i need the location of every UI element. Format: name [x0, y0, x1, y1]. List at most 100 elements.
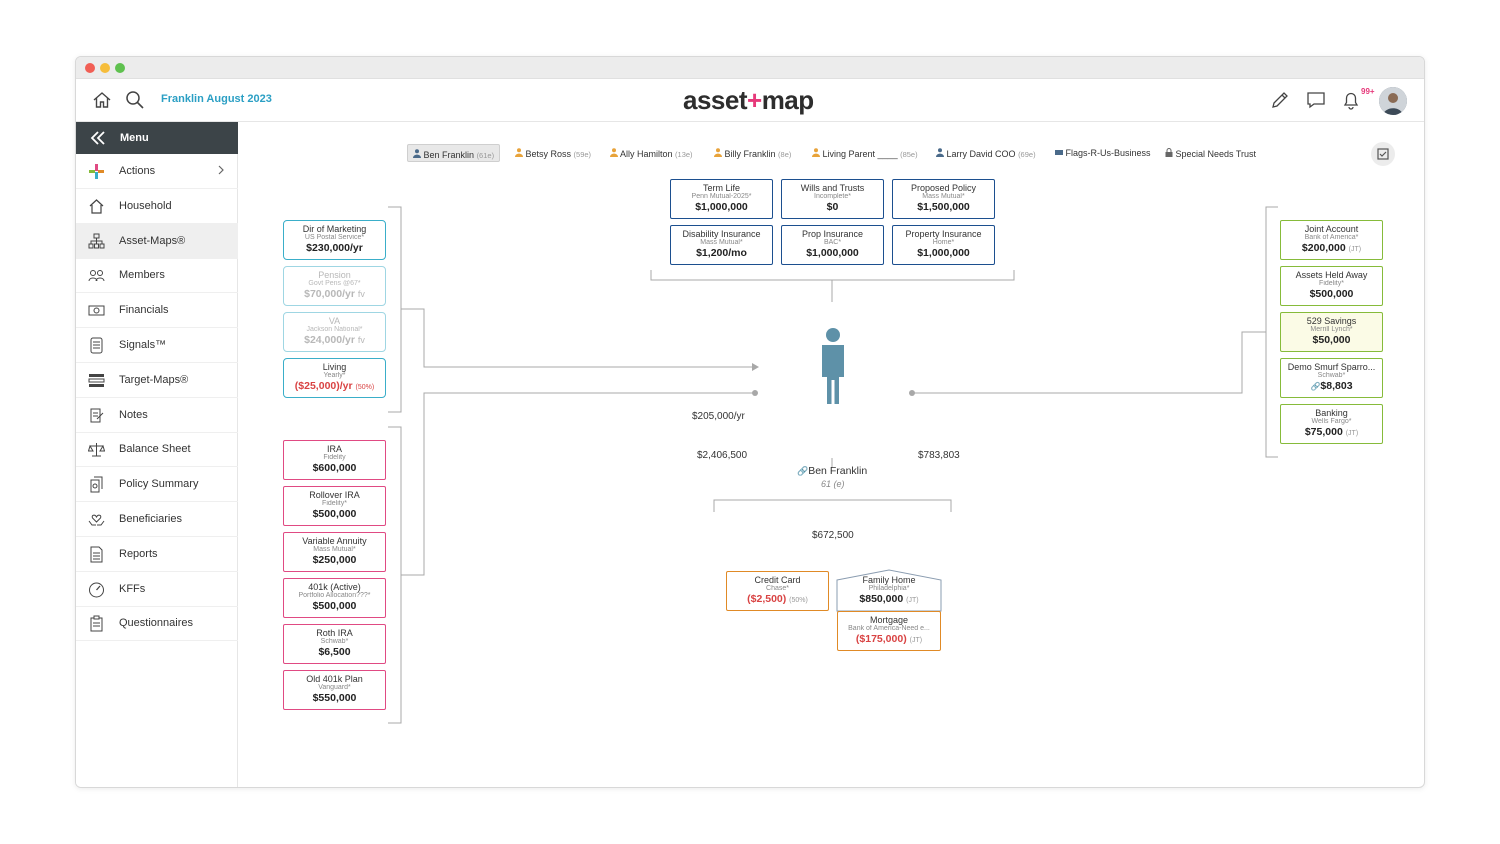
tile-extra: fv: [357, 335, 365, 346]
person-name[interactable]: 🔗Ben Franklin: [797, 465, 867, 477]
tile-title: Prop Insurance: [801, 229, 864, 239]
sidebar-item-label: Household: [119, 199, 172, 212]
tile-value: ($175,000) (JT): [855, 633, 923, 646]
sidebar-item-asset-maps[interactable]: Asset-Maps®: [76, 223, 238, 259]
avatar[interactable]: [1379, 87, 1407, 115]
realestate-total-label: $672,500: [812, 530, 854, 541]
sidebar-item-balance-sheet[interactable]: Balance Sheet: [76, 432, 238, 468]
sidebar-item-beneficiaries[interactable]: Beneficiaries: [76, 502, 238, 537]
tile-value: $200,000 (JT): [1281, 242, 1382, 254]
cashflow-tile[interactable]: VA Jackson National* $24,000/yr fv: [283, 312, 386, 352]
insurance-tile[interactable]: Wills and Trusts Incomplete* $0: [781, 179, 884, 219]
close-window-dot[interactable]: [85, 63, 95, 73]
tile-value: $230,000/yr: [284, 242, 385, 254]
tile-sub: Yearly*: [323, 372, 346, 380]
sidebar-item-actions[interactable]: Actions: [76, 154, 238, 189]
sidebar-item-kffs[interactable]: KFFs: [76, 572, 238, 607]
plus-icon: [88, 163, 105, 180]
target-icon: [88, 372, 105, 389]
menu-toggle[interactable]: Menu: [76, 122, 238, 154]
sidebar-item-reports[interactable]: Reports: [76, 537, 238, 572]
home-icon: [88, 198, 105, 215]
minimize-window-dot[interactable]: [100, 63, 110, 73]
insurance-tile[interactable]: Property Insurance Home* $1,000,000: [892, 225, 995, 265]
tile-sub: Chase*: [766, 585, 789, 593]
tile-value: $1,500,000: [893, 201, 994, 213]
tile-value: $1,200/mo: [671, 247, 772, 259]
home-icon[interactable]: [91, 89, 113, 111]
insurance-tile[interactable]: Prop Insurance BAC* $1,000,000: [781, 225, 884, 265]
nonretirement-tile[interactable]: Joint Account Bank of America* $200,000 (J…: [1280, 220, 1383, 260]
retirement-tile[interactable]: Rollover IRA Fidelity* $500,000: [283, 486, 386, 526]
retirement-tile[interactable]: Roth IRA Schwab* $6,500: [283, 624, 386, 664]
tile-title: 401k (Active): [308, 582, 361, 592]
scale-icon: [87, 441, 106, 458]
bell-icon[interactable]: [1340, 89, 1362, 111]
realestate-tile-family-home[interactable]: Family Home Philadelphia* $850,000 (JT): [837, 575, 941, 611]
pencil-icon[interactable]: [1269, 89, 1291, 111]
tile-sub: Vanguard*: [318, 684, 351, 692]
tile-amount: $0: [826, 201, 839, 214]
liability-tile-credit-card[interactable]: Credit Card Chase* ($2,500) (50%): [726, 571, 829, 611]
cashflow-tile[interactable]: Living Yearly* ($25,000)/yr (50%): [283, 358, 386, 398]
double-chevron-left-icon: [90, 130, 106, 149]
tile-title: Dir of Marketing: [302, 224, 367, 234]
tile-sub: Incomplete*: [814, 193, 851, 201]
nonretirement-tile[interactable]: 529 Savings Merrill Lynch* $50,000: [1280, 312, 1383, 352]
gauge-icon: [88, 581, 105, 598]
sitemap-icon: [88, 233, 105, 250]
tile-value: $6,500: [284, 646, 385, 658]
tile-sub: Merrill Lynch*: [1310, 326, 1353, 334]
retirement-tile[interactable]: Old 401k Plan Vanguard* $550,000: [283, 670, 386, 710]
tile-amount: $75,000: [1304, 426, 1343, 439]
sidebar-item-label: Notes: [119, 408, 148, 421]
insurance-tile[interactable]: Term Life Penn Mutual-2025* $1,000,000: [670, 179, 773, 219]
sidebar-item-label: Members: [119, 269, 165, 282]
tile-amount: $550,000: [312, 692, 357, 705]
menu-label: Menu: [120, 132, 149, 144]
link-icon: 🔗: [797, 466, 809, 476]
retirement-tile[interactable]: Variable Annuity Mass Mutual* $250,000: [283, 532, 386, 572]
retirement-tile[interactable]: IRA Fidelity $600,000: [283, 440, 386, 480]
nonretirement-tile[interactable]: Banking Wells Fargo* $75,000 (JT): [1280, 404, 1383, 444]
retirement-tile[interactable]: 401k (Active) Portfolio Allocation???* $50…: [283, 578, 386, 618]
tile-sub: Fidelity*: [322, 500, 347, 508]
tile-sub: Schwab*: [320, 638, 349, 646]
tile-value: ($2,500) (50%): [747, 593, 808, 606]
tile-amount: $500,000: [1309, 288, 1354, 301]
household-name-link[interactable]: Franklin August 2023: [161, 93, 272, 105]
sidebar-item-label: Target-Maps®: [119, 373, 189, 386]
sidebar-item-members[interactable]: Members: [76, 258, 238, 294]
sidebar-item-financials[interactable]: Financials: [76, 293, 238, 329]
sidebar-item-signals[interactable]: Signals™: [76, 328, 238, 363]
app-window: Franklin August 2023 asset+map 99+ Menu …: [75, 56, 1425, 788]
person-age: 61 (e): [821, 479, 845, 489]
search-icon[interactable]: [124, 89, 146, 111]
sidebar-item-questionnaires[interactable]: Questionnaires: [76, 606, 238, 642]
tile-amount: $70,000/yr: [304, 288, 355, 301]
tile-value: $50,000: [1281, 334, 1382, 346]
tile-title: Term Life: [702, 183, 740, 193]
insurance-tile[interactable]: Proposed Policy Mass Mutual* $1,500,000: [892, 179, 995, 219]
asset-map-logo: asset+map: [683, 85, 814, 115]
tile-sub: Jackson National*: [306, 326, 363, 334]
cashflow-tile[interactable]: Pension Govt Pens @67* $70,000/yr fv: [283, 266, 386, 306]
cashflow-tile[interactable]: Dir of Marketing US Postal Service* $230,0…: [283, 220, 386, 260]
nonretirement-tile[interactable]: Assets Held Away Fidelity* $500,000: [1280, 266, 1383, 306]
sidebar-item-notes[interactable]: Notes: [76, 398, 238, 433]
tile-amount: $1,000,000: [806, 247, 859, 260]
chat-icon[interactable]: [1305, 89, 1327, 111]
sidebar-item-household[interactable]: Household: [76, 189, 238, 224]
tile-sub: Wells Fargo*: [1311, 418, 1352, 426]
tile-extra: (JT): [1348, 246, 1362, 254]
sidebar-item-policy-summary[interactable]: Policy Summary: [76, 467, 238, 503]
sidebar-item-label: Signals™: [119, 339, 167, 351]
liability-tile-mortgage[interactable]: Mortgage Bank of America-Need e... ($175…: [837, 611, 941, 651]
notification-badge: 99+: [1361, 87, 1375, 96]
maximize-window-dot[interactable]: [115, 63, 125, 73]
sidebar-item-target-maps[interactable]: Target-Maps®: [76, 363, 238, 398]
tile-value: $850,000 (JT): [859, 593, 919, 606]
nonretirement-tile[interactable]: Demo Smurf Sparro... Schwab* 🔗$8,803: [1280, 358, 1383, 398]
insurance-tile[interactable]: Disability Insurance Mass Mutual* $1,200/m…: [670, 225, 773, 265]
tile-title: Proposed Policy: [910, 183, 977, 193]
